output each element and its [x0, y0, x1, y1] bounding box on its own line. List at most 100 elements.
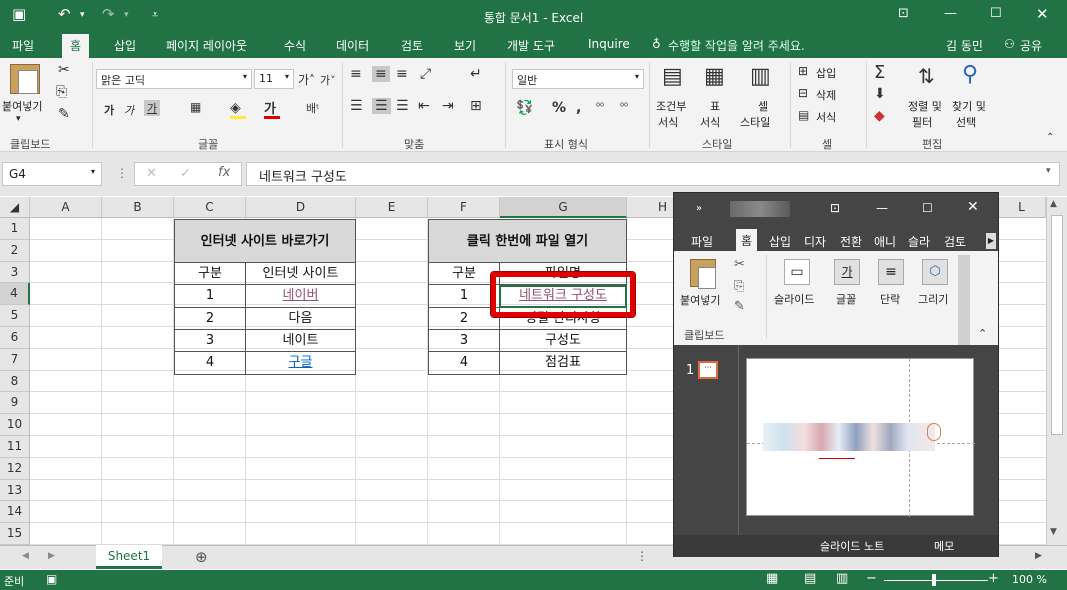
tell-me-input[interactable]: 수행할 작업을 알려 주세요. [668, 37, 805, 54]
zoom-slider-thumb[interactable] [932, 574, 936, 586]
zoom-out-icon[interactable]: − [866, 571, 877, 586]
fill-color-icon[interactable]: ◈ [230, 100, 241, 116]
table2-cell-file[interactable]: 점검표 [499, 352, 627, 375]
row-header[interactable]: 14 [0, 501, 30, 524]
comma-icon[interactable]: , [576, 100, 581, 116]
ppt-tab-insert[interactable]: 삽입 [769, 233, 791, 250]
ppt-close-icon[interactable]: ✕ [967, 199, 979, 215]
ppt-quickaccess-icon[interactable]: » [696, 203, 702, 214]
ppt-maximize-icon[interactable]: ☐ [922, 201, 933, 215]
tab-view[interactable]: 보기 [454, 37, 476, 54]
insert-cells-icon[interactable]: ⊞ [798, 64, 808, 78]
italic-icon[interactable]: 가 [124, 102, 134, 118]
col-header-a[interactable]: A [30, 197, 102, 218]
share-button[interactable]: 공유 [1020, 37, 1042, 54]
align-center-icon[interactable]: ☰ [372, 98, 391, 114]
phonetic-icon[interactable]: 배ᵗ [306, 100, 319, 116]
format-cells-button[interactable]: 서식 [816, 109, 836, 125]
insert-function-icon[interactable]: fx [218, 165, 230, 180]
zoom-slider[interactable] [884, 580, 988, 581]
ppt-tabs-scroll-icon[interactable]: ▶ [986, 233, 996, 249]
formula-bar-options-icon[interactable]: ⋮ [116, 166, 128, 180]
table1-cell-num[interactable]: 4 [174, 352, 246, 375]
table1-header-site[interactable]: 인터넷 사이트 [245, 263, 356, 285]
col-header-e[interactable]: E [356, 197, 428, 218]
collapse-ribbon-icon[interactable]: ⌃ [1046, 132, 1054, 143]
ppt-slide-icon[interactable]: ▭ [784, 259, 810, 285]
grow-font-icon[interactable]: 가˄ [298, 71, 315, 88]
number-format-select[interactable]: 일반 ▾ [512, 69, 644, 89]
table1-cell-site[interactable]: 네이트 [245, 330, 356, 352]
sheet-tab-sheet1[interactable]: Sheet1 [96, 545, 162, 569]
table2-cell-num[interactable]: 4 [428, 352, 500, 375]
tab-file[interactable]: 파일 [12, 37, 34, 54]
minimize-icon[interactable]: — [944, 6, 957, 21]
macro-record-icon[interactable]: ▣ [46, 572, 57, 586]
table1-cell-link[interactable]: 구글 [245, 352, 356, 375]
conditional-format-icon[interactable]: ▤ [662, 64, 683, 89]
formula-input[interactable]: 네트워크 구성도 [246, 162, 1060, 186]
row-header[interactable]: 8 [0, 370, 30, 393]
scroll-right-icon[interactable]: ▶ [1035, 551, 1042, 561]
col-header-d[interactable]: D [246, 197, 356, 218]
increase-indent-icon[interactable]: ⇥ [442, 98, 454, 114]
ppt-draw-icon[interactable]: ⬡ [922, 259, 948, 285]
align-top-icon[interactable]: ≡ [350, 66, 362, 82]
row-header[interactable]: 4 [0, 283, 30, 306]
bold-icon[interactable]: 가 [104, 102, 114, 118]
cut-icon[interactable]: ✂ [58, 62, 70, 78]
align-middle-icon[interactable]: ≡ [372, 66, 390, 82]
table1-cell-num[interactable]: 2 [174, 308, 246, 330]
merge-center-icon[interactable]: ⊞ [470, 98, 482, 114]
row-header[interactable]: 6 [0, 327, 30, 349]
tab-data[interactable]: 데이터 [336, 37, 369, 54]
col-header-f[interactable]: F [428, 197, 500, 218]
table1-cell-num[interactable]: 3 [174, 330, 246, 352]
find-select-icon[interactable]: ⚲ [962, 62, 978, 87]
format-as-table-icon[interactable]: ▦ [704, 64, 725, 89]
ppt-collapse-icon[interactable]: ⌃ [978, 327, 987, 340]
ppt-cut-icon[interactable]: ✂ [734, 257, 745, 272]
tab-developer[interactable]: 개발 도구 [507, 37, 555, 54]
tab-home[interactable]: 홈 [62, 34, 90, 60]
ppt-ribbon-display-icon[interactable]: ⊡ [830, 201, 840, 215]
table2-title[interactable]: 클릭 한번에 파일 열기 [428, 219, 627, 263]
name-box[interactable]: G4 ▾ [2, 162, 102, 186]
ppt-slide-button[interactable]: 슬라이드 [774, 291, 814, 307]
ppt-minimize-icon[interactable]: — [876, 201, 888, 215]
ppt-ribbon-scroll[interactable] [958, 255, 970, 345]
borders-icon[interactable]: ▦ [190, 100, 201, 114]
ppt-tab-review[interactable]: 검토 [944, 233, 966, 250]
row-header[interactable]: 12 [0, 457, 30, 480]
paste-button[interactable]: 붙여넣기 [2, 98, 42, 114]
col-header-g[interactable]: G [500, 197, 627, 218]
row-header[interactable]: 11 [0, 436, 30, 458]
clear-icon[interactable]: ◆ [874, 108, 885, 124]
powerpoint-window[interactable]: » ⊡ — ☐ ✕ 파일 홈 삽입 디자 전환 애니 슬라 검토 ▶ 붙여넣기 … [673, 192, 999, 557]
table2-header-num[interactable]: 구분 [428, 263, 500, 285]
ppt-format-painter-icon[interactable]: ✎ [734, 299, 745, 314]
ppt-font-button[interactable]: 글꼴 [836, 291, 856, 307]
table1-cell-link[interactable]: 네이버 [245, 285, 356, 308]
underline-icon[interactable]: 가 [144, 100, 161, 116]
table1-cell-num[interactable]: 1 [174, 285, 246, 308]
row-header[interactable]: 7 [0, 348, 30, 371]
table2-cell-num[interactable]: 2 [428, 308, 500, 330]
row-header[interactable]: 3 [0, 261, 30, 284]
tab-formulas[interactable]: 수식 [284, 37, 306, 54]
ppt-paragraph-button[interactable]: 단락 [880, 291, 900, 307]
align-left-icon[interactable]: ☰ [350, 98, 363, 114]
row-header[interactable]: 1 [0, 218, 30, 240]
increase-decimal-icon[interactable]: ⁰⁰ [596, 102, 604, 113]
close-icon[interactable]: ✕ [1036, 5, 1049, 23]
orientation-icon[interactable]: ⤢ [420, 66, 431, 82]
fill-icon[interactable]: ⬇ [874, 86, 886, 102]
ppt-tab-design[interactable]: 디자 [804, 233, 826, 250]
wrap-text-icon[interactable]: ↵ [470, 66, 482, 82]
copy-icon[interactable]: ⎘ [56, 84, 67, 100]
add-sheet-icon[interactable]: ⊕ [195, 548, 208, 566]
table2-cell-num[interactable]: 3 [428, 330, 500, 352]
currency-icon[interactable]: 💱 [516, 100, 533, 116]
cell-styles-button[interactable]: 셀 [758, 98, 768, 114]
delete-cells-icon[interactable]: ⊟ [798, 86, 808, 100]
